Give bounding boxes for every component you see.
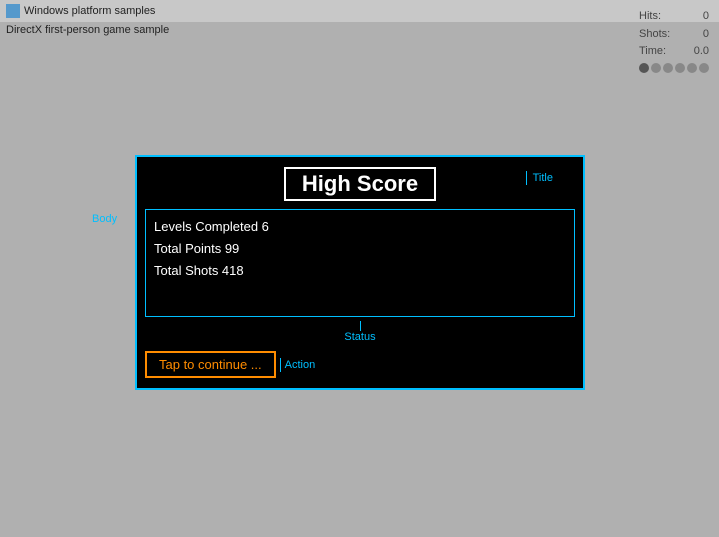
- dialog-body: Levels Completed 6 Total Points 99 Total…: [145, 209, 575, 317]
- high-score-dialog: High Score Title Body Levels Completed 6…: [135, 155, 585, 390]
- hud-hits-row: Hits: 0: [639, 8, 709, 26]
- hud-time-row: Time: 0.0: [639, 43, 709, 61]
- body-line-2: Total Points 99: [154, 238, 566, 260]
- hud-shots-row: Shots: 0: [639, 26, 709, 44]
- hud-icon-4: [675, 63, 685, 73]
- game-subtitle: DirectX first-person game sample: [6, 24, 169, 36]
- hud-icon-3: [663, 63, 673, 73]
- time-label: Time:: [639, 43, 666, 61]
- hud-icons: [639, 63, 709, 73]
- tap-to-continue-button[interactable]: Tap to continue ...: [145, 351, 276, 378]
- hud-icon-1: [639, 63, 649, 73]
- app-icon: [6, 4, 20, 18]
- title-annotation: Title: [526, 171, 553, 185]
- title-bar: Windows platform samples: [0, 0, 719, 22]
- shots-value: 0: [703, 26, 709, 44]
- hits-value: 0: [703, 8, 709, 26]
- shots-label: Shots:: [639, 26, 670, 44]
- action-annotation: Action: [280, 358, 316, 372]
- dialog-title-area: High Score Title: [137, 157, 583, 209]
- time-value: 0.0: [694, 43, 709, 61]
- body-line-3: Total Shots 418: [154, 260, 566, 282]
- status-area: Status: [137, 321, 583, 343]
- hud-icon-5: [687, 63, 697, 73]
- hits-label: Hits:: [639, 8, 661, 26]
- body-annotation: Body: [92, 213, 117, 225]
- status-annotation: Status: [344, 331, 375, 343]
- app-title: Windows platform samples: [24, 5, 155, 17]
- hud-panel: Hits: 0 Shots: 0 Time: 0.0: [639, 8, 709, 73]
- body-line-1: Levels Completed 6: [154, 216, 566, 238]
- hud-icon-6: [699, 63, 709, 73]
- hud-icon-2: [651, 63, 661, 73]
- dialog-action-area: Tap to continue ... Action: [145, 351, 575, 378]
- dialog-title: High Score: [284, 167, 436, 201]
- status-line: [360, 321, 361, 331]
